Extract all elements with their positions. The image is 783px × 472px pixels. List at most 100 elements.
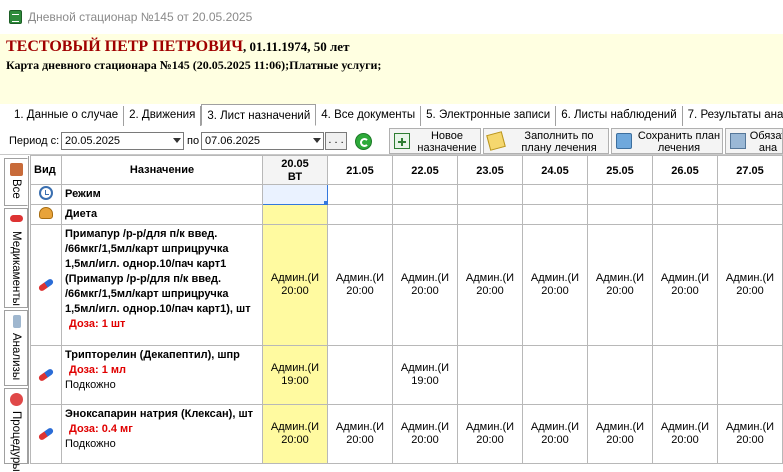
vtab-procedures[interactable]: Процедуры bbox=[4, 388, 28, 472]
schedule-cell-selected[interactable] bbox=[262, 184, 328, 205]
vtab-analyses[interactable]: Анализы bbox=[4, 310, 28, 386]
prescription-name[interactable]: Режим bbox=[61, 184, 263, 205]
prescription-cell[interactable]: Трипторелин (Декапептил), шпр Доза: 1 мл… bbox=[61, 345, 263, 405]
table-row[interactable]: Примапур /р-р/для п/к введ. /66мкг/1,5мл… bbox=[30, 224, 783, 346]
prescription-name: Эноксапарин натрия (Клексан), шт bbox=[65, 408, 254, 420]
day-header: 24.05 bbox=[522, 155, 588, 185]
chevron-down-icon[interactable] bbox=[313, 138, 321, 143]
schedule-cell[interactable] bbox=[327, 204, 393, 225]
header-row: Вид Назначение 20.05 ВТ 21.05 22.05 23.05… bbox=[30, 155, 783, 185]
tab-observation-sheets[interactable]: 6. Листы наблюдений bbox=[556, 106, 683, 126]
schedule-cell[interactable]: Админ.(И 20:00 bbox=[262, 404, 328, 464]
schedule-cell[interactable] bbox=[587, 345, 653, 405]
schedule-cell[interactable] bbox=[457, 345, 523, 405]
date-to-picker[interactable]: 07.06.2025 bbox=[201, 132, 324, 150]
date-from-picker[interactable]: 20.05.2025 bbox=[61, 132, 184, 150]
schedule-cell[interactable] bbox=[392, 204, 458, 225]
schedule-cell[interactable]: Админ.(И 20:00 bbox=[457, 404, 523, 464]
schedule-cell[interactable]: Админ.(И 20:00 bbox=[392, 224, 458, 346]
new-prescription-button[interactable]: Новое назначение bbox=[389, 128, 481, 154]
vtab-medications[interactable]: Медикаменты bbox=[4, 208, 28, 308]
period-select-button[interactable]: . . . bbox=[325, 132, 347, 150]
printer-icon bbox=[730, 133, 746, 149]
save-plan-button[interactable]: Сохранить план лечения bbox=[611, 128, 723, 154]
schedule-cell[interactable] bbox=[327, 184, 393, 205]
schedule-cell[interactable] bbox=[717, 345, 783, 405]
schedule-cell[interactable] bbox=[457, 204, 523, 225]
schedule-cell[interactable]: Админ.(И 20:00 bbox=[717, 224, 783, 346]
route-text: Подкожно bbox=[65, 438, 116, 450]
row-icon-cell bbox=[30, 345, 62, 405]
date-from-value: 20.05.2025 bbox=[65, 135, 121, 147]
schedule-cell[interactable] bbox=[587, 204, 653, 225]
table-row[interactable]: Диета bbox=[30, 204, 783, 225]
fill-by-plan-button[interactable]: Заполнить по плану лечения bbox=[483, 128, 609, 154]
table-row[interactable]: Режим bbox=[30, 184, 783, 205]
pill-icon bbox=[10, 215, 23, 222]
day-header: 21.05 bbox=[327, 155, 393, 185]
vtab-all-label: Все bbox=[10, 179, 22, 199]
schedule-cell[interactable] bbox=[652, 204, 718, 225]
table-row[interactable]: Эноксапарин натрия (Клексан), шт Доза: 0… bbox=[30, 404, 783, 464]
table-row[interactable]: Трипторелин (Декапептил), шпр Доза: 1 мл… bbox=[30, 345, 783, 405]
patient-line: ТЕСТОВЫЙ ПЕТР ПЕТРОВИЧ, 01.11.1974, 50 л… bbox=[6, 38, 349, 56]
schedule-cell[interactable]: Админ.(И 20:00 bbox=[587, 404, 653, 464]
schedule-cell[interactable]: Админ.(И 20:00 bbox=[587, 224, 653, 346]
prescription-grid: Вид Назначение 20.05 ВТ 21.05 22.05 23.05… bbox=[30, 155, 783, 464]
fill-by-plan-label: Заполнить по плану лечения bbox=[521, 130, 597, 154]
schedule-cell[interactable]: Админ.(И 20:00 bbox=[652, 404, 718, 464]
schedule-cell[interactable] bbox=[262, 204, 328, 225]
vtab-analyses-label: Анализы bbox=[10, 333, 22, 381]
dose-text: Доза: 1 шт bbox=[69, 318, 126, 330]
schedule-cell[interactable]: Админ.(И 20:00 bbox=[457, 224, 523, 346]
schedule-cell[interactable]: Админ.(И 20:00 bbox=[262, 224, 328, 346]
schedule-cell[interactable]: Админ.(И 20:00 bbox=[327, 224, 393, 346]
food-icon bbox=[39, 207, 53, 219]
add-document-icon bbox=[394, 133, 410, 149]
tab-electronic-records[interactable]: 5. Электронные записи bbox=[421, 106, 557, 126]
refresh-icon[interactable] bbox=[355, 133, 372, 150]
schedule-cell[interactable]: Админ.(И 20:00 bbox=[717, 404, 783, 464]
schedule-cell[interactable] bbox=[327, 345, 393, 405]
schedule-cell[interactable]: Админ.(И 20:00 bbox=[392, 404, 458, 464]
vtab-all[interactable]: Все bbox=[4, 158, 28, 206]
route-text: Подкожно bbox=[65, 379, 116, 391]
prescription-name[interactable]: Диета bbox=[61, 204, 263, 225]
schedule-cell[interactable] bbox=[587, 184, 653, 205]
schedule-cell[interactable] bbox=[522, 184, 588, 205]
schedule-cell[interactable]: Админ.(И 19:00 bbox=[392, 345, 458, 405]
day-header: 27.05 bbox=[717, 155, 783, 185]
row-icon-cell bbox=[30, 404, 62, 464]
mandatory-tests-button[interactable]: Обязат ана bbox=[725, 128, 783, 154]
schedule-cell[interactable] bbox=[652, 184, 718, 205]
chevron-down-icon[interactable] bbox=[173, 138, 181, 143]
schedule-cell[interactable] bbox=[392, 184, 458, 205]
schedule-cell[interactable] bbox=[717, 184, 783, 205]
schedule-cell[interactable] bbox=[717, 204, 783, 225]
tab-movements[interactable]: 2. Движения bbox=[124, 106, 202, 126]
schedule-cell[interactable]: Админ.(И 19:00 bbox=[262, 345, 328, 405]
schedule-cell[interactable] bbox=[652, 345, 718, 405]
schedule-cell[interactable] bbox=[457, 184, 523, 205]
test-tube-icon bbox=[13, 315, 21, 328]
schedule-cell[interactable]: Админ.(И 20:00 bbox=[522, 404, 588, 464]
schedule-cell[interactable]: Админ.(И 20:00 bbox=[652, 224, 718, 346]
column-header-type: Вид bbox=[30, 155, 62, 185]
tab-all-documents[interactable]: 4. Все документы bbox=[316, 106, 422, 126]
folder-save-icon bbox=[616, 133, 632, 149]
tab-case-data[interactable]: 1. Данные о случае bbox=[9, 106, 125, 126]
row-icon-cell bbox=[30, 204, 62, 225]
schedule-cell[interactable] bbox=[522, 345, 588, 405]
schedule-cell[interactable]: Админ.(И 20:00 bbox=[327, 404, 393, 464]
prescription-cell[interactable]: Примапур /р-р/для п/к введ. /66мкг/1,5мл… bbox=[61, 224, 263, 346]
period-label: Период с: bbox=[9, 135, 60, 147]
day-header: 26.05 bbox=[652, 155, 718, 185]
tab-lab-results[interactable]: 7. Результаты анализов bbox=[682, 106, 783, 126]
tab-prescriptions[interactable]: 3. Лист назначений bbox=[201, 104, 317, 126]
patient-name: ТЕСТОВЫЙ ПЕТР ПЕТРОВИЧ bbox=[6, 38, 243, 55]
schedule-cell[interactable] bbox=[522, 204, 588, 225]
prescription-cell[interactable]: Эноксапарин натрия (Клексан), шт Доза: 0… bbox=[61, 404, 263, 464]
schedule-cell[interactable]: Админ.(И 20:00 bbox=[522, 224, 588, 346]
pill-icon bbox=[37, 426, 55, 442]
day-header: 23.05 bbox=[457, 155, 523, 185]
